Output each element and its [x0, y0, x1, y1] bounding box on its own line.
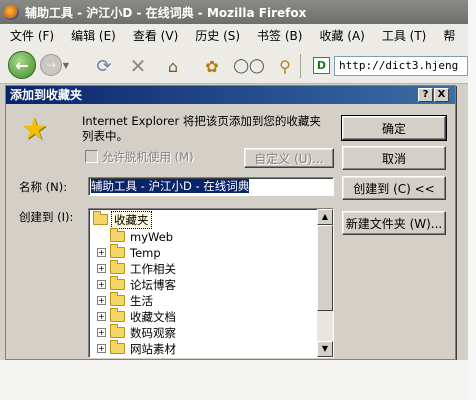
name-input-selection: 辅助工具 - 沪江小D - 在线词典 — [91, 179, 250, 193]
folder-icon — [110, 324, 125, 338]
url-field[interactable]: http://dict3.hjeng — [334, 56, 468, 76]
navigation-toolbar: ← → ▼ ⟳ ✕ ⌂ ✿ ◯◯ ⚲ D http://dict3.hjeng — [0, 46, 468, 84]
stop-icon[interactable]: ✕ — [127, 54, 149, 78]
tree-item[interactable]: + 论坛博客 — [97, 276, 178, 292]
menubar: 文件 (F) 编辑 (E) 查看 (V) 历史 (S) 书签 (B) 收藏 (A… — [0, 24, 468, 46]
expand-icon[interactable]: + — [97, 328, 106, 337]
star-icon: ★ — [21, 112, 48, 147]
tree-item[interactable]: + 收藏文档 — [97, 308, 178, 324]
reload-icon[interactable]: ⟳ — [93, 56, 115, 77]
offline-checkbox[interactable] — [85, 150, 98, 163]
name-label: 名称 (N): — [19, 180, 68, 194]
create-in-toggle-button[interactable]: 创建到 (C) << — [342, 176, 446, 200]
tree-item-label: 收藏文档 — [130, 309, 176, 324]
folder-tree[interactable]: 收藏夹 myWeb + Temp + 工作相关 + 论坛博客 + 生活 + 收藏… — [88, 208, 334, 358]
tree-item-label: myWeb — [130, 229, 174, 244]
folder-icon — [110, 228, 125, 242]
folder-icon — [110, 276, 125, 290]
expand-icon[interactable]: + — [97, 264, 106, 273]
page-content-background — [0, 360, 468, 400]
tree-item[interactable]: + 网站素材 — [97, 340, 178, 356]
name-input[interactable]: 辅助工具 - 沪江小D - 在线词典 — [88, 177, 334, 196]
menu-view[interactable]: 查看 (V) — [133, 27, 178, 44]
tree-scrollbar[interactable]: ▲ ▼ — [317, 209, 333, 357]
dialog-title: 添加到收藏夹 — [6, 86, 455, 104]
tree-item[interactable]: myWeb — [97, 228, 175, 244]
forward-dropdown-icon[interactable]: ▼ — [62, 58, 70, 72]
forward-arrow-icon[interactable]: → — [40, 54, 62, 76]
offline-checkbox-label: 允许脱机使用 (M) — [102, 150, 194, 164]
menu-favorites[interactable]: 收藏 (A) — [319, 27, 364, 44]
expand-icon[interactable]: + — [97, 248, 106, 257]
browser-title: 辅助工具 - 沪江小D - 在线词典 - Mozilla Firefox — [25, 5, 307, 20]
tree-root[interactable]: 收藏夹 — [93, 210, 152, 229]
scroll-down-icon[interactable]: ▼ — [317, 341, 333, 357]
menu-edit[interactable]: 编辑 (E) — [71, 27, 116, 44]
tree-item[interactable]: + 工作相关 — [97, 260, 178, 276]
tree-item-label: 网站素材 — [130, 341, 176, 356]
cancel-button[interactable]: 取消 — [342, 146, 446, 170]
close-button[interactable]: X — [434, 88, 449, 102]
browser-titlebar: 辅助工具 - 沪江小D - 在线词典 - Mozilla Firefox — [0, 0, 468, 24]
tree-item[interactable]: + 数码观察 — [97, 324, 178, 340]
expand-icon[interactable]: + — [97, 280, 106, 289]
expand-icon[interactable]: + — [97, 344, 106, 353]
dialog-info-text: Internet Explorer 将把该页添加到您的收藏夹列表中。 — [82, 114, 321, 143]
scroll-up-icon[interactable]: ▲ — [317, 209, 333, 225]
menu-file[interactable]: 文件 (F) — [10, 27, 54, 44]
tree-item-label: Temp — [130, 245, 161, 260]
folder-icon — [110, 244, 125, 258]
customize-button[interactable]: 自定义 (U)... — [244, 148, 334, 168]
toolbar-separator — [300, 54, 301, 78]
back-arrow-icon[interactable]: ← — [8, 51, 36, 79]
folder-icon — [110, 260, 125, 274]
new-folder-button[interactable]: 新建文件夹 (W)... — [342, 211, 446, 235]
create-in-label: 创建到 (I): — [19, 210, 74, 224]
add-favorite-dialog: 添加到收藏夹 ? X ★ Internet Explorer 将把该页添加到您的… — [5, 85, 456, 360]
ok-button[interactable]: 确定 — [341, 115, 447, 141]
tree-item-label: 数码观察 — [130, 325, 176, 340]
tree-item-label: 工作相关 — [130, 261, 176, 276]
folder-icon — [110, 340, 125, 354]
bug-icon[interactable]: ✿ — [201, 57, 223, 76]
menu-bookmarks[interactable]: 书签 (B) — [257, 27, 302, 44]
expand-icon[interactable]: + — [97, 312, 106, 321]
home-icon[interactable]: ⌂ — [162, 57, 184, 76]
glasses-icon[interactable]: ◯◯ — [233, 57, 264, 75]
site-favicon-icon: D — [313, 57, 330, 74]
expand-icon[interactable]: + — [97, 296, 106, 305]
window-shadow — [468, 0, 476, 400]
tree-item[interactable]: + Temp — [97, 244, 163, 260]
menu-history[interactable]: 历史 (S) — [195, 27, 240, 44]
folder-icon — [110, 308, 125, 322]
menu-tools[interactable]: 工具 (T) — [382, 27, 427, 44]
folder-icon — [93, 211, 108, 225]
help-button[interactable]: ? — [418, 88, 433, 102]
key-icon[interactable]: ⚲ — [274, 57, 296, 76]
tree-item-label: 生活 — [130, 293, 153, 308]
firefox-logo-icon — [4, 4, 19, 20]
tree-item[interactable]: + 生活 — [97, 292, 155, 308]
tree-item-label: 论坛博客 — [130, 277, 176, 292]
menu-help[interactable]: 帮 — [443, 27, 455, 44]
scroll-thumb[interactable] — [317, 225, 333, 311]
folder-icon — [110, 292, 125, 306]
tree-root-label: 收藏夹 — [111, 210, 152, 229]
